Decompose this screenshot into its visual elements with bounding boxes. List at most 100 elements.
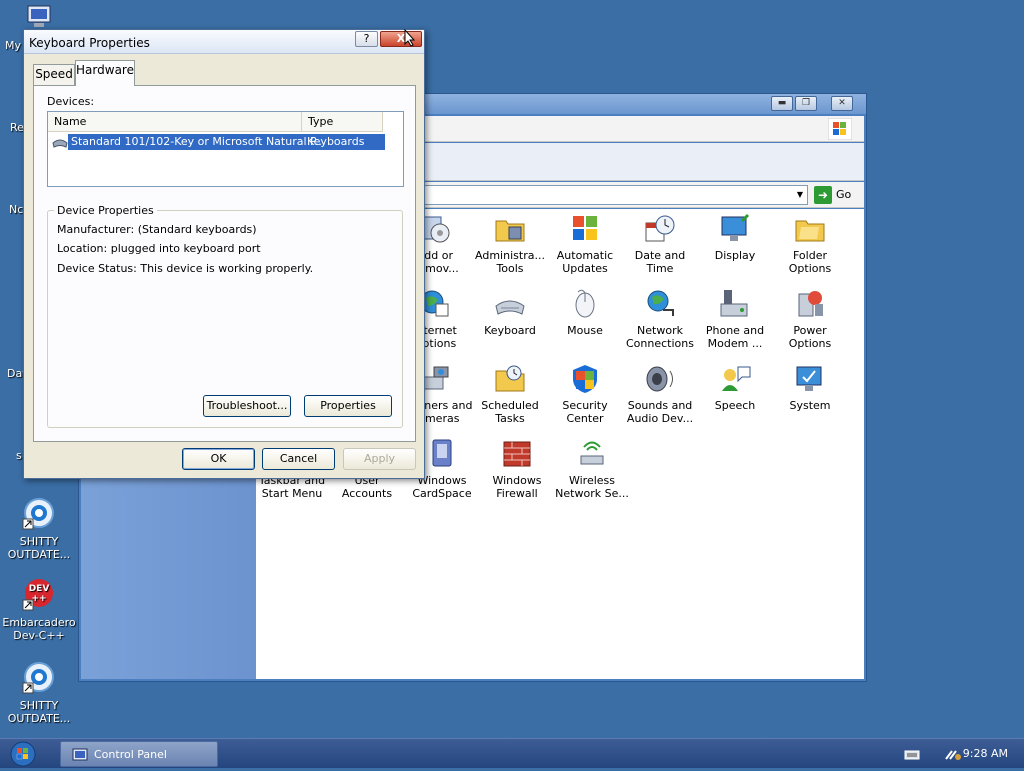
cp-item-system[interactable]: System bbox=[767, 363, 853, 412]
cp-item-label: Start Menu bbox=[261, 487, 323, 500]
device-row[interactable]: Standard 101/102-Key or Microsoft Natura… bbox=[51, 134, 385, 150]
cp-item-speech[interactable]: Speech bbox=[692, 363, 778, 412]
maximize-button[interactable]: ❐ bbox=[795, 96, 817, 111]
keyboard-icon bbox=[52, 139, 68, 148]
cp-item-power-options[interactable]: Power Options bbox=[767, 288, 853, 350]
go-arrow-icon: ➜ bbox=[814, 186, 832, 204]
cp-item-administrative-tools[interactable]: Administra... Tools bbox=[467, 213, 553, 275]
phone-modem-icon bbox=[720, 290, 748, 317]
column-header-name[interactable]: Name bbox=[48, 112, 302, 132]
chrome-shortcut-icon bbox=[22, 662, 54, 694]
minimize-button[interactable]: ▬ bbox=[771, 96, 793, 111]
address-input[interactable]: ▼ bbox=[424, 185, 808, 205]
cp-item-network-connections[interactable]: Network Connections bbox=[617, 288, 703, 350]
taskbar-item-label: Control Panel bbox=[94, 748, 167, 761]
column-header-type[interactable]: Type bbox=[302, 112, 383, 132]
address-dropdown-icon[interactable]: ▼ bbox=[793, 187, 807, 203]
devcpp-icon: DEV ++ bbox=[22, 579, 53, 611]
taskbar-item-control-panel[interactable]: Control Panel bbox=[60, 741, 218, 767]
help-button[interactable]: ? bbox=[355, 31, 378, 47]
keyboard-tray-icon[interactable] bbox=[904, 749, 920, 761]
device-list[interactable]: Name Type Standard 101/102-Key or Micros… bbox=[47, 111, 404, 187]
cp-item-windows-firewall[interactable]: Windows Firewall bbox=[474, 438, 560, 500]
svg-text:DEV: DEV bbox=[29, 584, 50, 594]
cp-item-label: Tasks bbox=[495, 412, 525, 425]
clock[interactable]: 9:28 AM bbox=[963, 747, 1008, 760]
cp-item-label: Keyboard bbox=[484, 324, 536, 337]
my-computer-desktop-icon[interactable] bbox=[24, 4, 54, 30]
cp-item-security-center[interactable]: Security Center bbox=[542, 363, 628, 425]
cp-item-sounds-and-audio[interactable]: Sounds and Audio Dev... bbox=[617, 363, 703, 425]
help-icon: ? bbox=[363, 32, 370, 45]
cp-item-label: Tools bbox=[496, 262, 524, 275]
cp-item-label: Network bbox=[637, 324, 683, 337]
control-panel-icon bbox=[72, 748, 88, 761]
keyboard-properties-dialog: Keyboard Properties ? X Devices: Name Ty… bbox=[23, 29, 425, 479]
cp-item-label: Network Se... bbox=[555, 487, 629, 500]
cp-item-automatic-updates[interactable]: Automatic Updates bbox=[542, 213, 628, 275]
start-button[interactable] bbox=[8, 740, 38, 768]
toolbar bbox=[424, 143, 864, 181]
windows-firewall-icon bbox=[503, 441, 531, 467]
close-button[interactable]: ✕ bbox=[831, 96, 853, 111]
go-button[interactable]: ➜ Go bbox=[814, 185, 854, 205]
troubleshoot-button[interactable]: Troubleshoot... bbox=[203, 395, 291, 417]
cp-item-phone-and-modem[interactable]: Phone and Modem ... bbox=[692, 288, 778, 350]
shitty-outdated-shortcut[interactable]: SHITTY OUTDATE... bbox=[0, 661, 78, 725]
windows-start-orb-icon bbox=[10, 741, 36, 767]
cp-item-label: Phone and bbox=[705, 324, 765, 337]
cp-item-date-and-time[interactable]: Date and Time bbox=[617, 213, 703, 275]
desktop-partial-label: My bbox=[5, 39, 22, 52]
cp-item-label: Power bbox=[793, 324, 827, 337]
cancel-button[interactable]: Cancel bbox=[262, 448, 335, 470]
cp-item-label: System bbox=[789, 399, 831, 412]
cp-item-wireless-network[interactable]: Wireless Network Se... bbox=[549, 438, 635, 500]
sounds-audio-icon bbox=[646, 366, 673, 392]
cp-item-mouse[interactable]: Mouse bbox=[542, 288, 628, 337]
dialog-titlebar[interactable]: Keyboard Properties ? X bbox=[24, 30, 424, 54]
cp-item-label: Date and bbox=[634, 249, 686, 262]
taskbar: Control Panel 9:28 AM bbox=[0, 738, 1024, 768]
device-properties-legend: Device Properties bbox=[54, 204, 157, 217]
mouse-cursor-icon bbox=[404, 29, 416, 47]
network-tray-icon[interactable] bbox=[944, 747, 962, 761]
mouse-icon bbox=[575, 289, 595, 318]
desktop-partial-label: Nc bbox=[9, 203, 24, 216]
chrome-shortcut-icon bbox=[22, 498, 54, 530]
cp-item-folder-options[interactable]: Folder Options bbox=[767, 213, 853, 275]
cp-item-label: Audio Dev... bbox=[626, 412, 694, 425]
system-tray: 9:28 AM bbox=[874, 739, 1024, 769]
tab-hardware[interactable]: Hardware bbox=[75, 60, 135, 86]
apply-button[interactable]: Apply bbox=[343, 448, 416, 470]
date-time-icon bbox=[645, 215, 675, 242]
automatic-updates-icon bbox=[573, 216, 597, 240]
ok-button[interactable]: OK bbox=[182, 448, 255, 470]
cp-item-label: Mouse bbox=[567, 324, 603, 337]
cp-item-scheduled-tasks[interactable]: Scheduled Tasks bbox=[467, 363, 553, 425]
administrative-tools-icon bbox=[495, 220, 525, 242]
svg-text:++: ++ bbox=[31, 594, 46, 604]
device-type: Keyboards bbox=[307, 135, 365, 148]
cp-item-display[interactable]: Display bbox=[692, 213, 778, 262]
cp-item-label: Time bbox=[646, 262, 674, 275]
cp-item-label: Windows bbox=[492, 474, 542, 487]
scheduled-tasks-icon bbox=[495, 365, 525, 392]
tab-speed[interactable]: Speed bbox=[33, 64, 75, 85]
power-options-icon bbox=[798, 291, 823, 317]
cp-item-label: Automatic bbox=[556, 249, 614, 262]
cp-item-label: Options bbox=[788, 337, 832, 350]
properties-button[interactable]: Properties bbox=[304, 395, 392, 417]
embarcadero-devcpp-shortcut[interactable]: DEV ++ Embarcadero Dev-C++ bbox=[0, 578, 78, 642]
desktop-icon-label: Embarcadero bbox=[2, 616, 76, 629]
desktop-icon-label: Dev-C++ bbox=[13, 629, 65, 642]
cp-item-keyboard[interactable]: Keyboard bbox=[467, 288, 553, 337]
desktop-icon-label: OUTDATE... bbox=[7, 548, 71, 561]
desktop-icon-label: SHITTY bbox=[19, 535, 59, 548]
device-properties-group: Device Properties Manufacturer: (Standar… bbox=[47, 204, 403, 428]
cp-item-label: Administra... bbox=[475, 249, 545, 262]
devices-label: Devices: bbox=[47, 95, 95, 108]
shitty-outdated-shortcut[interactable]: SHITTY OUTDATE... bbox=[0, 497, 78, 561]
cp-item-label: Scheduled bbox=[481, 399, 539, 412]
cp-item-label: Modem ... bbox=[707, 337, 763, 350]
minimize-icon: ▬ bbox=[777, 98, 787, 108]
